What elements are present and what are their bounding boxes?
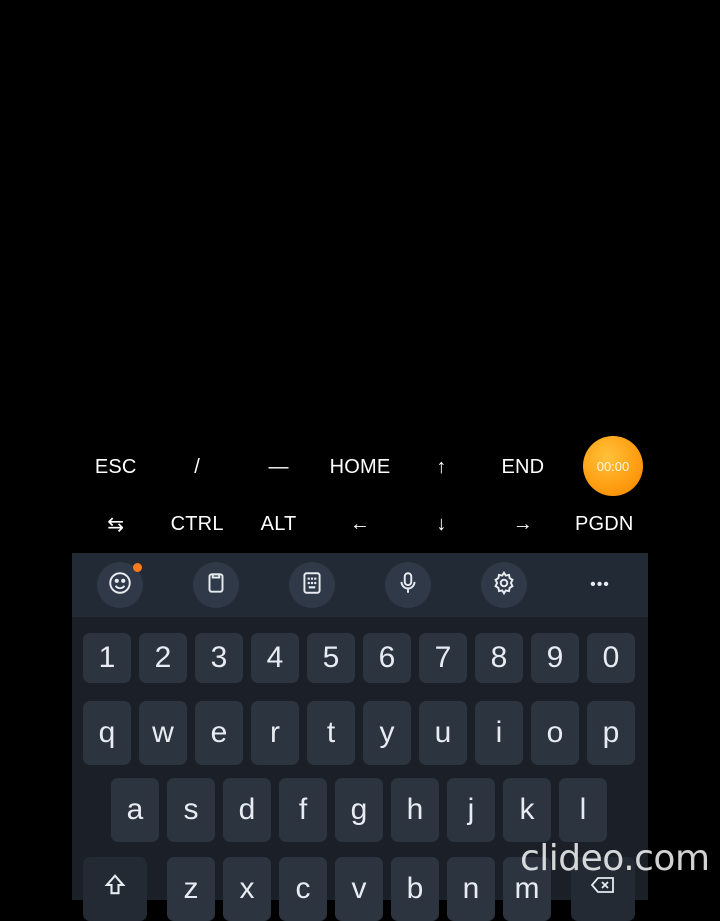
key-q[interactable]: q [83, 701, 131, 765]
microphone-icon [395, 570, 421, 601]
key-g[interactable]: g [335, 778, 383, 842]
timer-badge[interactable]: 00:00 [583, 436, 643, 496]
clipboard-icon [203, 570, 229, 601]
key-e[interactable]: e [195, 701, 243, 765]
key-j[interactable]: j [447, 778, 495, 842]
key-b[interactable]: b [391, 857, 439, 921]
key-7[interactable]: 7 [419, 633, 467, 683]
key-3[interactable]: 3 [195, 633, 243, 683]
key-1[interactable]: 1 [83, 633, 131, 683]
key-p[interactable]: p [587, 701, 635, 765]
extra-key-pgdn[interactable]: PGDN [575, 513, 634, 536]
notification-dot [133, 563, 142, 572]
timer-text: 00:00 [596, 458, 630, 474]
key-0[interactable]: 0 [587, 633, 635, 683]
extra-key-end[interactable]: END [501, 456, 544, 479]
extra-key-alt[interactable]: ALT [261, 513, 297, 536]
more-options-button[interactable]: ••• [577, 562, 623, 608]
key-f[interactable]: f [279, 778, 327, 842]
key-s[interactable]: s [167, 778, 215, 842]
keypad-icon [299, 570, 325, 601]
key-k[interactable]: k [503, 778, 551, 842]
settings-button[interactable] [481, 562, 527, 608]
extra-key-down[interactable]: ↓ [436, 513, 446, 536]
voice-input-button[interactable] [385, 562, 431, 608]
key-n[interactable]: n [447, 857, 495, 921]
extra-key-home[interactable]: HOME [330, 456, 391, 479]
extra-keys-row-1: ESC / — HOME ↑ END P [75, 447, 645, 487]
key-l[interactable]: l [559, 778, 607, 842]
key-y[interactable]: y [363, 701, 411, 765]
emoji-button[interactable] [97, 562, 143, 608]
key-5[interactable]: 5 [307, 633, 355, 683]
extra-key-tab[interactable]: ⇆ [107, 512, 124, 537]
key-i[interactable]: i [475, 701, 523, 765]
key-v[interactable]: v [335, 857, 383, 921]
extra-key-left[interactable]: ← [350, 513, 370, 536]
extra-keys-row-2: ⇆ CTRL ALT ← ↓ → PGDN [75, 504, 645, 544]
extra-key-right[interactable]: → [513, 513, 533, 536]
key-6[interactable]: 6 [363, 633, 411, 683]
key-z[interactable]: z [167, 857, 215, 921]
extra-key-esc[interactable]: ESC [95, 456, 137, 479]
key-2[interactable]: 2 [139, 633, 187, 683]
key-a[interactable]: a [111, 778, 159, 842]
extra-key-ctrl[interactable]: CTRL [171, 513, 224, 536]
key-r[interactable]: r [251, 701, 299, 765]
extra-key-slash[interactable]: / [194, 456, 200, 479]
key-4[interactable]: 4 [251, 633, 299, 683]
key-d[interactable]: d [223, 778, 271, 842]
key-9[interactable]: 9 [531, 633, 579, 683]
shift-key[interactable] [83, 857, 147, 921]
key-x[interactable]: x [223, 857, 271, 921]
shift-icon [101, 871, 129, 907]
extra-key-dash[interactable]: — [268, 456, 288, 479]
key-w[interactable]: w [139, 701, 187, 765]
key-c[interactable]: c [279, 857, 327, 921]
key-h[interactable]: h [391, 778, 439, 842]
clideo-watermark: clideo.com [520, 838, 710, 879]
extra-key-up[interactable]: ↑ [436, 456, 446, 479]
emoji-icon [107, 570, 133, 601]
clipboard-button[interactable] [193, 562, 239, 608]
key-o[interactable]: o [531, 701, 579, 765]
settings-icon [491, 570, 517, 601]
key-u[interactable]: u [419, 701, 467, 765]
key-8[interactable]: 8 [475, 633, 523, 683]
keyboard-toolbar: ••• [72, 553, 648, 617]
more-icon: ••• [590, 576, 610, 593]
key-t[interactable]: t [307, 701, 355, 765]
keypad-button[interactable] [289, 562, 335, 608]
